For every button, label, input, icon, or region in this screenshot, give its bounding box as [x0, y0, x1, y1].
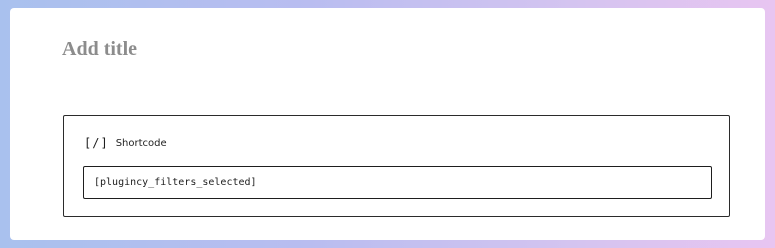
- block-label: Shortcode: [115, 137, 167, 149]
- editor-canvas: Add title [/] Shortcode: [10, 8, 765, 240]
- shortcode-input[interactable]: [83, 166, 712, 199]
- shortcode-block[interactable]: [/] Shortcode: [63, 115, 730, 217]
- shortcode-icon: [/]: [84, 136, 109, 150]
- block-header: [/] Shortcode: [84, 136, 167, 150]
- gradient-frame: Add title [/] Shortcode: [0, 0, 775, 248]
- post-title-input[interactable]: Add title: [62, 38, 137, 61]
